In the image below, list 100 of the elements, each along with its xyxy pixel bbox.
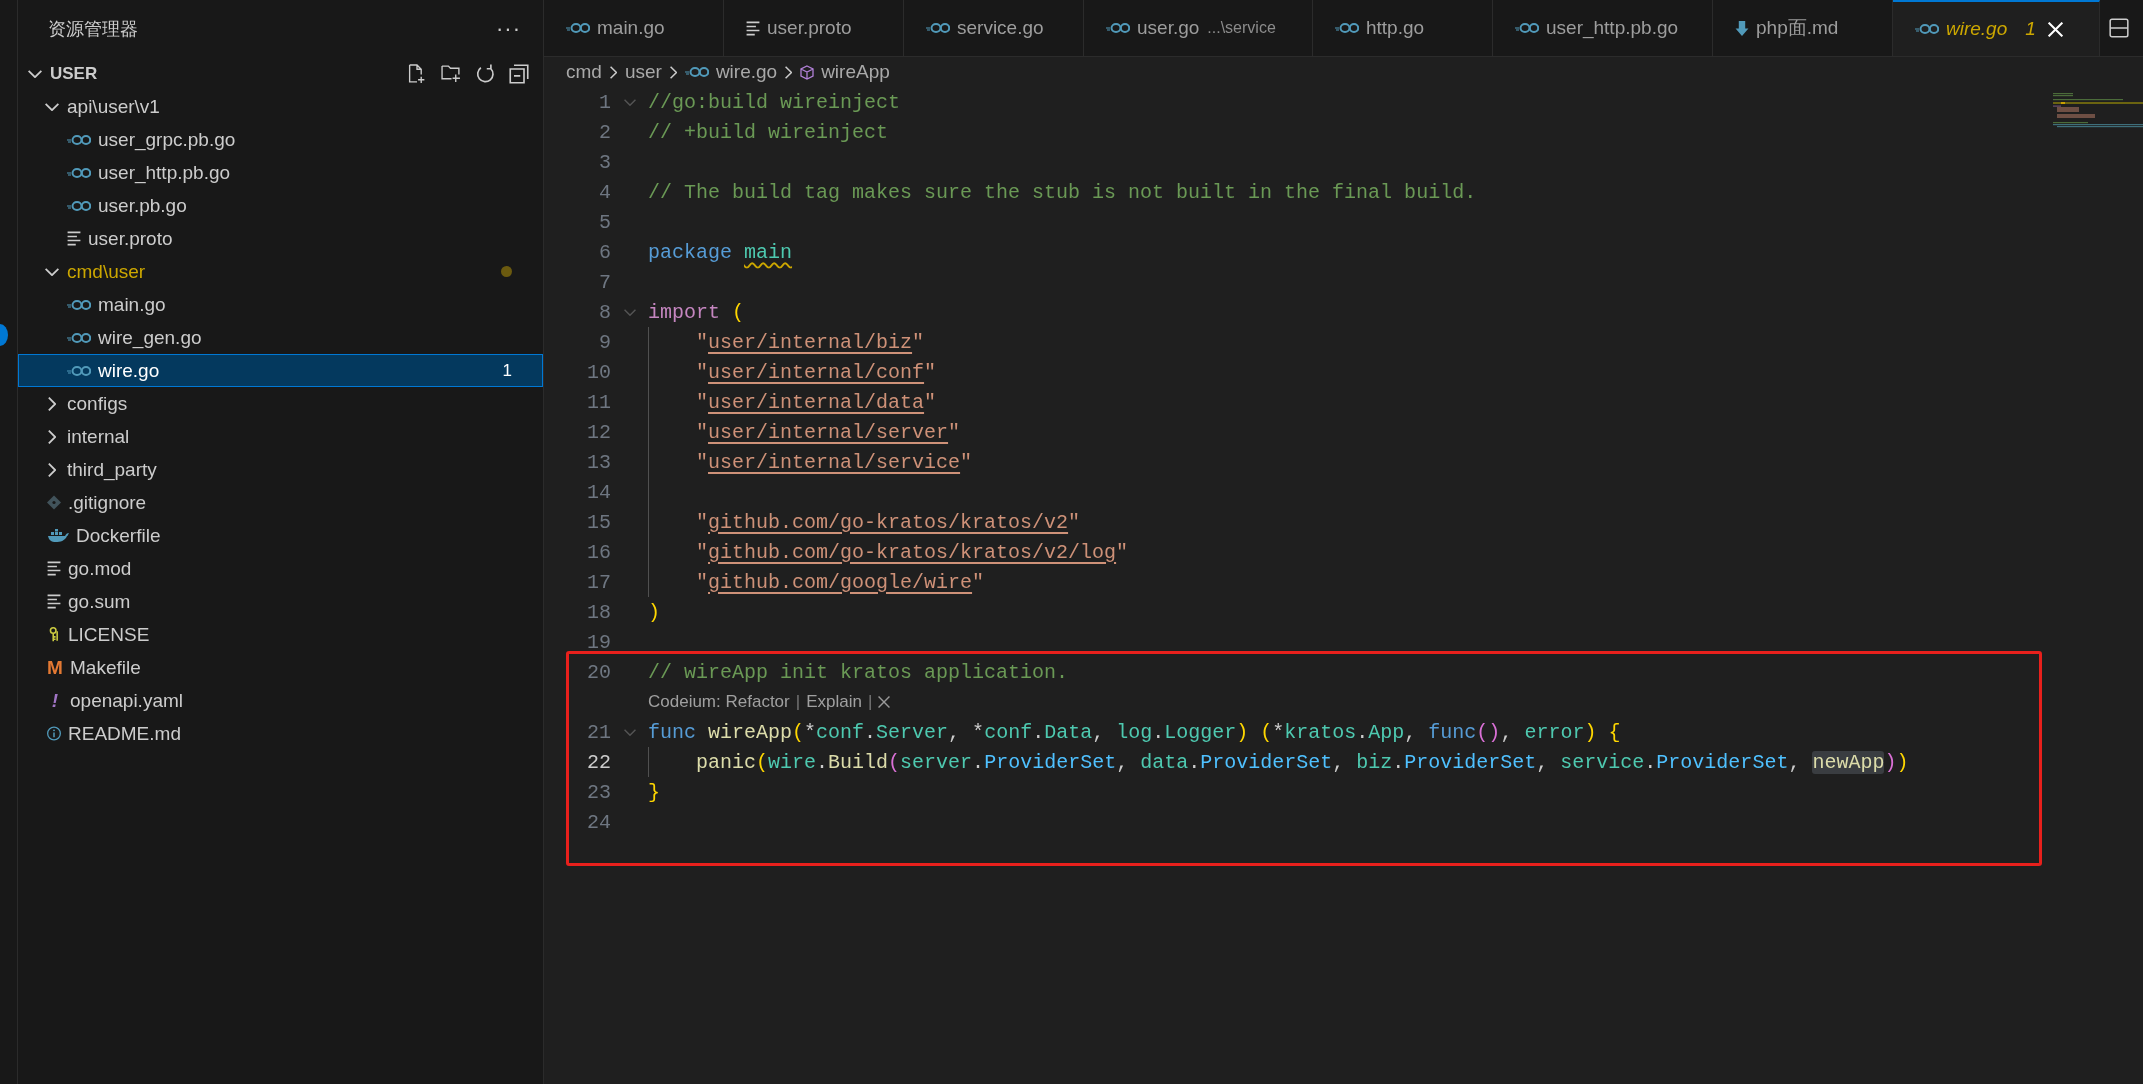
tree-item[interactable]: cmd\user [18,255,543,288]
tree-item[interactable]: third_party [18,453,543,486]
line-number: 23 [586,780,611,804]
code-line: package main [647,239,793,266]
editor-tab[interactable]: wire.go 1 [1893,0,2100,56]
line-number: 9 [598,330,611,354]
code-line: func wireApp(*conf.Server, *conf.Data, log.Logger) (*kratos.App, func(), error) { [611,717,1621,747]
file-name: cmd\user [67,260,146,283]
file-name: Makefile [70,656,141,679]
file-name: user.proto [88,227,173,250]
codelens-link[interactable]: Codeium: Refactor [648,692,790,712]
editor-tab[interactable]: user.proto [724,0,904,56]
breadcrumb-item[interactable]: cmd [566,61,602,83]
file-name: wire_gen.go [98,326,202,349]
file-name: user_grpc.pb.go [98,128,236,151]
line-number: 22 [586,750,611,774]
editor-tab[interactable]: service.go [904,0,1084,56]
go-file-icon [566,22,590,34]
line-number: 4 [598,180,611,204]
tree-item[interactable]: main.go [18,288,543,321]
tree-item[interactable]: M Makefile [18,651,543,684]
go-file-icon [684,66,709,78]
tree-item[interactable]: wire_gen.go [18,321,543,354]
section-header[interactable]: USER [18,57,543,90]
diamond-icon [47,495,61,510]
tree-item[interactable]: go.sum [18,585,543,618]
line-number: 24 [586,810,611,834]
tree-item[interactable]: go.mod [18,552,543,585]
go-file-icon [67,364,91,377]
info-icon [47,726,61,741]
line-number: 8 [598,300,611,324]
file-name: openapi.yaml [70,689,184,712]
file-name: wire.go [98,359,160,382]
new-folder-icon[interactable] [441,63,461,84]
editor-tab[interactable]: user.go ...\service [1084,0,1313,56]
editor-tab[interactable]: main.go [544,0,724,56]
text-file-icon [746,20,760,36]
line-number: 10 [586,360,611,384]
go-file-icon [926,22,950,34]
codelens-link[interactable]: Explain [806,692,862,712]
line-number: 3 [598,150,611,174]
breadcrumb-item[interactable]: user [624,61,662,83]
code-line: "user/internal/biz" [611,327,925,357]
cube-icon [800,64,815,80]
go-file-icon [67,298,91,311]
tree-item[interactable]: user.pb.go [18,189,543,222]
line-number: 6 [598,240,611,264]
refresh-icon[interactable] [475,63,495,84]
separator: | [867,692,873,712]
file-name: user_http.pb.go [98,161,231,184]
go-file-icon [67,199,91,212]
file-name: api\user\v1 [67,95,160,118]
chevron-icon [609,65,617,79]
makefile-icon: M [47,656,63,679]
tree-item[interactable]: Dockerfile [18,519,543,552]
tree-item[interactable]: user_http.pb.go [18,156,543,189]
close-icon[interactable] [878,696,891,708]
editor-tab[interactable]: user_http.pb.go [1493,0,1713,56]
new-file-icon[interactable] [407,63,427,84]
file-name: README.md [68,722,181,745]
more-actions-button[interactable]: ··· [492,15,525,42]
code-line: "github.com/go-kratos/kratos/v2/log" [611,537,1129,567]
go-file-icon [1106,22,1130,34]
separator: | [795,692,801,712]
code-line: "user/internal/server" [611,417,961,447]
code-line: import ( [611,297,745,327]
tree-item[interactable]: user_grpc.pb.go [18,123,543,156]
collapse-all-icon[interactable] [509,63,529,84]
tab-title: user.go [1137,17,1200,39]
tree-item[interactable]: user.proto [18,222,543,255]
section-title: USER [50,63,98,84]
go-file-icon [67,133,91,146]
tab-title: service.go [957,17,1044,39]
line-number: 21 [586,720,611,744]
problem-count: 1 [502,360,512,381]
editor-tab[interactable]: http.go [1313,0,1493,56]
breadcrumb-item[interactable]: wireApp [800,61,890,83]
line-number: 1 [598,90,611,114]
tree-item[interactable]: api\user\v1 [18,90,543,123]
file-name: internal [67,425,130,448]
line-number: 2 [598,120,611,144]
text-file-icon [47,594,61,609]
tree-item[interactable]: configs [18,387,543,420]
tab-title: user.proto [767,17,852,39]
tree-item[interactable]: wire.go 1 [18,354,543,387]
tree-item[interactable]: ! openapi.yaml [18,684,543,717]
go-file-icon [67,331,91,344]
split-editor-icon[interactable] [2109,18,2129,38]
go-file-icon [1335,22,1359,34]
code-line: "user/internal/conf" [611,357,937,387]
tree-item[interactable]: internal [18,420,543,453]
tree-item[interactable]: .gitignore [18,486,543,519]
tab-title: wire.go [1946,18,2008,40]
explorer-title: 资源管理器 [48,17,138,41]
code-line: "user/internal/data" [611,387,937,417]
text-file-icon [67,231,81,246]
tree-item[interactable]: LICENSE [18,618,543,651]
breadcrumb-item[interactable]: wire.go [684,61,778,83]
line-number: 13 [586,450,611,474]
tree-item[interactable]: README.md [18,717,543,750]
